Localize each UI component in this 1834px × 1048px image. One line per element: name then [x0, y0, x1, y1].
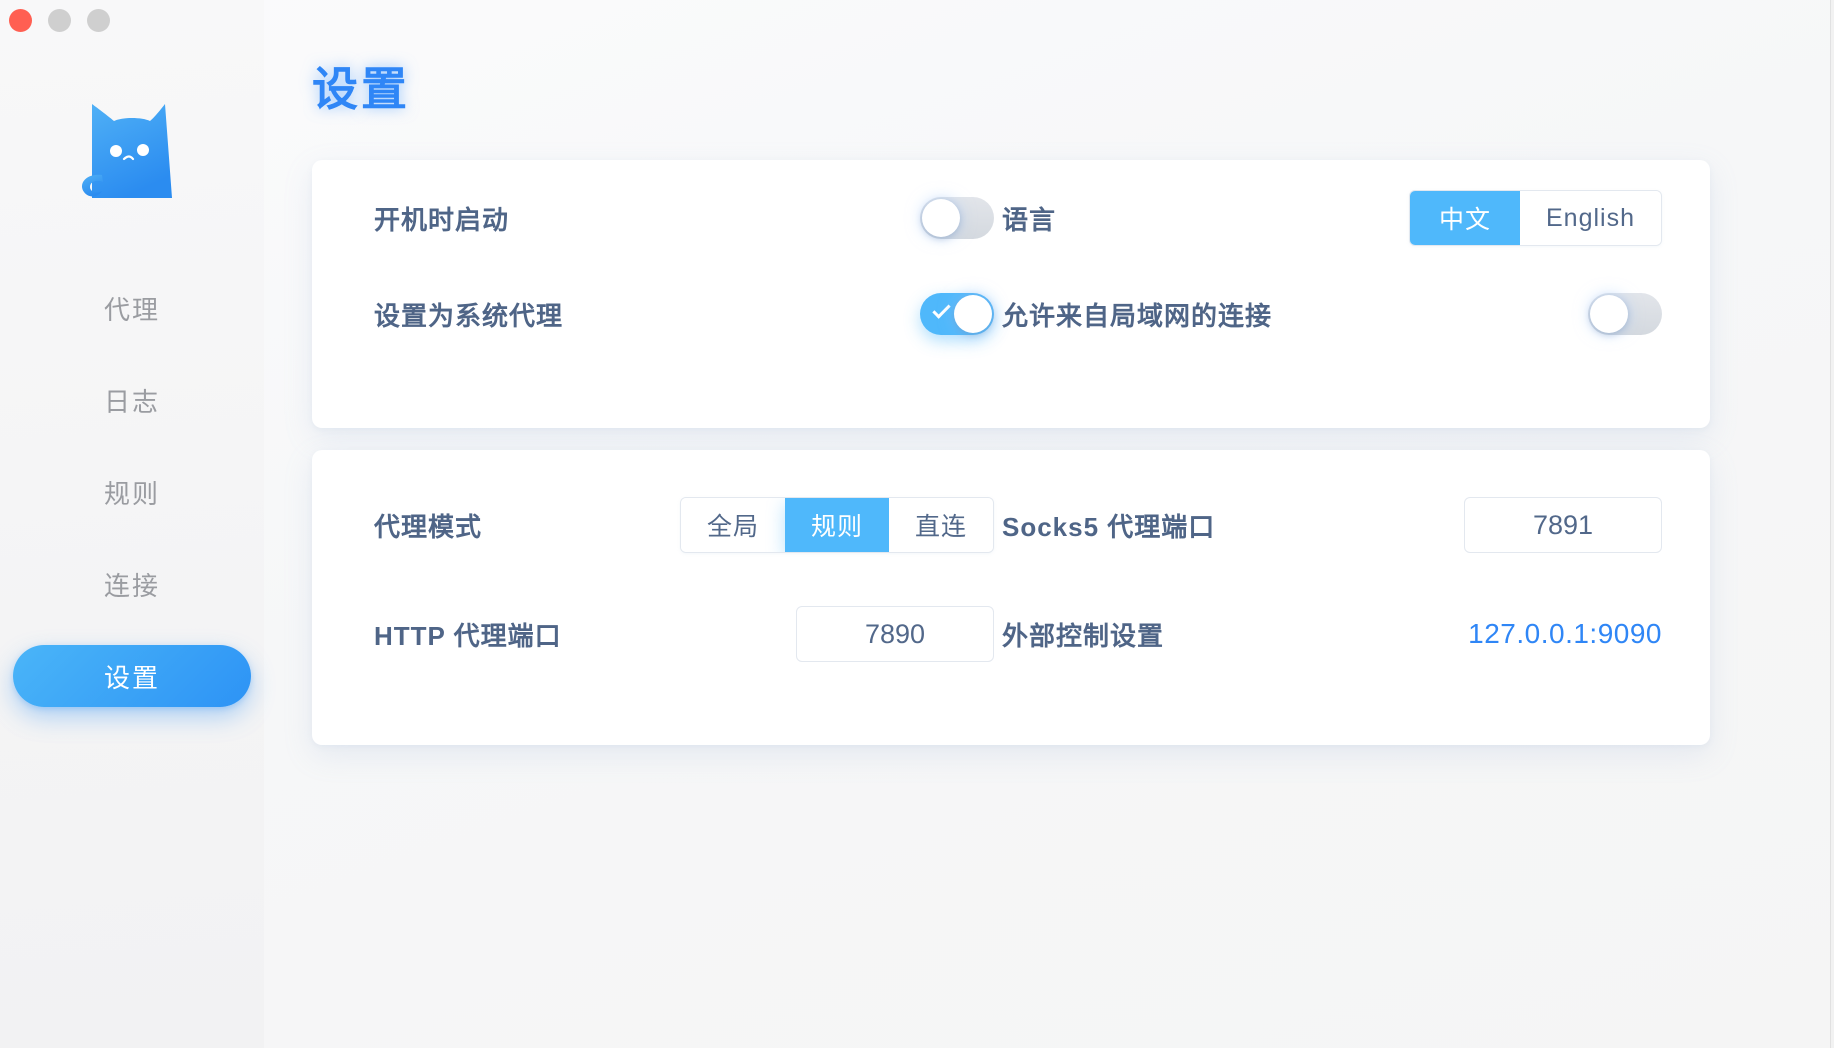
- language-segmented-control: 中文 English: [1409, 190, 1662, 246]
- row-http-port: HTTP 代理端口: [374, 604, 994, 664]
- language-option-english[interactable]: English: [1520, 191, 1661, 245]
- sidebar-item-label: 设置: [103, 662, 160, 693]
- sidebar-item-label: 规则: [103, 478, 160, 509]
- system-proxy-label: 设置为系统代理: [374, 300, 564, 331]
- row-allow-lan: 允许来自局域网的连接: [1002, 284, 1662, 344]
- language-control: 中文 English: [1409, 190, 1662, 246]
- toggle-knob: [922, 199, 960, 237]
- window-right-hairline: [1830, 0, 1831, 1048]
- socks5-port-label: Socks5 代理端口: [1002, 511, 1216, 542]
- allow-lan-toggle[interactable]: [1588, 293, 1662, 335]
- allow-lan-label: 允许来自局域网的连接: [1002, 300, 1273, 331]
- minimize-button[interactable]: [48, 9, 71, 32]
- external-control-link[interactable]: 127.0.0.1:9090: [1468, 618, 1662, 650]
- external-control-value-wrap: 127.0.0.1:9090: [1468, 618, 1662, 650]
- sidebar-item-label: 代理: [103, 294, 160, 325]
- external-control-label: 外部控制设置: [1002, 620, 1165, 651]
- language-option-chinese[interactable]: 中文: [1410, 191, 1520, 245]
- proxy-mode-control: 全局 规则 直连: [679, 497, 994, 553]
- language-label: 语言: [1002, 204, 1057, 235]
- proxy-mode-segmented-control: 全局 规则 直连: [679, 497, 994, 553]
- sidebar-item-proxies[interactable]: 代理: [13, 277, 251, 339]
- sidebar-item-connections[interactable]: 连接: [13, 553, 251, 615]
- http-port-label: HTTP 代理端口: [374, 620, 562, 651]
- main-content: 设置 开机时启动 设置为系统代理 语言 中文 English 允许来自局域网的连…: [264, 0, 1834, 1048]
- row-proxy-mode: 代理模式 全局 规则 直连: [374, 495, 994, 555]
- toggle-knob: [954, 295, 992, 333]
- system-proxy-control: [920, 293, 994, 335]
- proxy-settings-card: 代理模式 全局 规则 直连 HTTP 代理端口 7890 Socks5 代理端口…: [312, 450, 1710, 745]
- row-system-proxy: 设置为系统代理: [374, 284, 994, 344]
- proxy-mode-label: 代理模式: [374, 511, 483, 542]
- system-proxy-toggle[interactable]: [920, 293, 994, 335]
- sidebar: 代理 日志 规则 连接 设置: [0, 0, 264, 1048]
- row-external-control: 外部控制设置 127.0.0.1:9090: [1002, 604, 1662, 664]
- allow-lan-control: [1588, 293, 1662, 335]
- sidebar-item-logs[interactable]: 日志: [13, 369, 251, 431]
- clash-cat-logo: [0, 88, 264, 206]
- app-window: 代理 日志 规则 连接 设置 设置 开机时启动 设置为系统代理 语言 中文 En…: [0, 0, 1834, 1048]
- sidebar-item-label: 日志: [103, 386, 160, 417]
- http-port-control: [796, 606, 994, 662]
- row-language: 语言 中文 English: [1002, 188, 1662, 248]
- window-controls: [9, 9, 110, 32]
- toggle-knob: [1590, 295, 1628, 333]
- proxy-mode-option-rule[interactable]: 规则: [784, 498, 889, 552]
- proxy-mode-option-global[interactable]: 全局: [680, 498, 785, 552]
- zoom-button[interactable]: [87, 9, 110, 32]
- page-title: 设置: [312, 63, 410, 115]
- socks5-port-input[interactable]: [1464, 497, 1662, 553]
- sidebar-item-settings[interactable]: 设置: [13, 645, 251, 707]
- socks5-port-control: [1464, 497, 1662, 553]
- row-socks5-port: Socks5 代理端口: [1002, 495, 1662, 555]
- startup-label: 开机时启动: [374, 204, 510, 235]
- http-port-input[interactable]: [796, 606, 994, 662]
- proxy-mode-option-direct[interactable]: 直连: [888, 498, 993, 552]
- sidebar-item-rules[interactable]: 规则: [13, 461, 251, 523]
- row-startup: 开机时启动: [374, 188, 994, 248]
- general-settings-card: 开机时启动 设置为系统代理 语言 中文 English 允许来自局域网的连接: [312, 160, 1710, 428]
- sidebar-item-label: 连接: [103, 570, 160, 601]
- close-button[interactable]: [9, 9, 32, 32]
- startup-toggle[interactable]: [920, 197, 994, 239]
- startup-control: [920, 197, 994, 239]
- sidebar-nav: 代理 日志 规则 连接 设置: [0, 277, 264, 737]
